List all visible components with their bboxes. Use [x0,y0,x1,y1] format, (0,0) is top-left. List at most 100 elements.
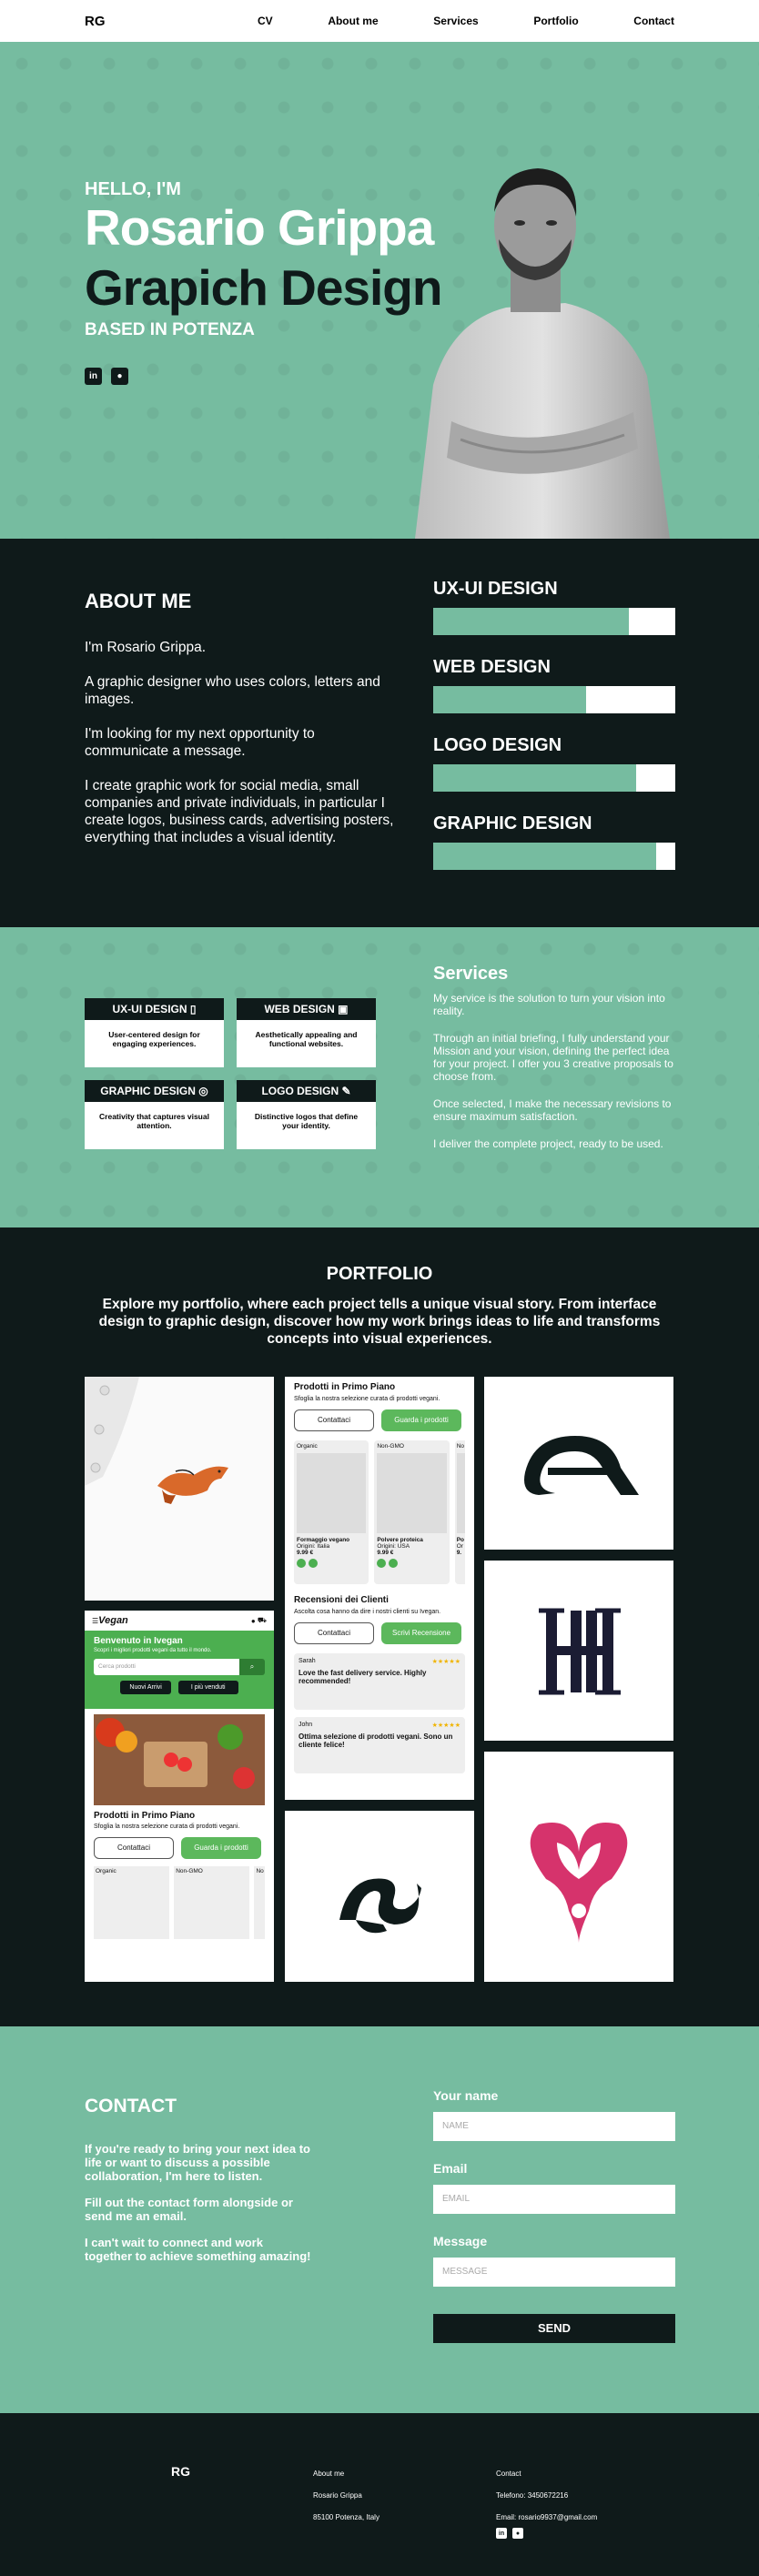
footer-about-column: About me Rosario Grippa 85100 Potenza, I… [313,2463,380,2529]
product-tag: No [256,1868,264,1874]
app-search-input[interactable]: Cerca prodotti [94,1659,239,1675]
nav-item-services[interactable]: Services [433,15,478,27]
contact-button[interactable]: Contattaci [294,1409,374,1431]
about-section: ABOUT ME I'm Rosario Grippa. A graphic d… [0,539,759,927]
skill-label: GRAPHIC DESIGN [433,813,592,833]
contact-button[interactable]: Contattaci [294,1622,374,1644]
skill-bar [433,608,675,635]
product-card[interactable]: Non-GMO [174,1866,250,1939]
about-title: ABOUT ME [85,590,192,612]
portfolio-title: PORTFOLIO [326,1264,433,1284]
hamburger-menu-icon[interactable]: ☰ [92,1617,98,1625]
service-card: LOGO DESIGN ✎ Distinctive logos that def… [237,1080,376,1149]
fox-logo-shirt-image [85,1377,228,1504]
product-card-partial[interactable]: No Po Or 9. [454,1440,465,1584]
new-arrivals-button[interactable]: Nuovi Arrivi [120,1681,171,1694]
portfolio-item-app-home[interactable]: ☰ Vegan ● ⛟ Benvenuto in Ivegan Scopri i… [85,1611,274,1982]
behance-icon[interactable]: ● [111,368,128,385]
star-rating: ★★★★★ [431,1722,460,1729]
nav-logo[interactable]: RG [85,14,212,29]
hh-monogram-logo-image [539,1608,621,1695]
bio-paragraph: I'm looking for my next opportunity to c… [85,726,315,759]
contact-button[interactable]: Contattaci [94,1837,174,1859]
user-icon[interactable]: ● [251,1617,256,1625]
cart-icon[interactable] [377,1559,387,1568]
portfolio-item-logo-s[interactable] [285,1811,474,1982]
cart-icon[interactable]: ⛟ [258,1616,267,1625]
footer-about-city: 85100 Potenza, Italy [313,2513,380,2521]
nav-item-about[interactable]: About me [328,15,378,27]
product-name: Po [456,1537,464,1543]
services-paragraph: My service is the solution to turn your … [433,992,665,1017]
about-bio: I'm Rosario Grippa. A graphic designer w… [85,639,394,864]
skill-bar [433,764,675,792]
send-button[interactable]: SEND [433,2314,675,2343]
skill-bar-fill [433,764,637,792]
see-products-button[interactable]: Guarda i prodotti [381,1409,461,1431]
write-review-button[interactable]: Scrivi Recensione [381,1622,461,1644]
skills-list: UX-UI DESIGN WEB DESIGN LOGO DESIGN GRAP… [433,579,675,892]
footer-phone[interactable]: Telefono: 3450672216 [496,2485,597,2507]
cart-icon[interactable] [297,1559,306,1568]
s-wave-logo-image [339,1878,421,1934]
footer-about-title: About me [313,2470,345,2478]
portfolio-intro: Explore my portfolio, where each project… [98,1297,661,1347]
footer-email[interactable]: Email: rosario9937@gmail.com [496,2507,597,2529]
skill-label: LOGO DESIGN [433,735,562,755]
nav-item-cv[interactable]: CV [258,15,273,27]
pen-icon: ✎ [341,1085,351,1097]
footer-contact-column: Contact Telefono: 3450672216 Email: rosa… [496,2463,597,2529]
nav-item-portfolio[interactable]: Portfolio [533,15,578,27]
app-welcome-title: Benvenuto in Ivegan [94,1636,183,1646]
reviewer-name: John [299,1722,313,1728]
contact-paragraph: Fill out the contact form alongside or s… [85,2196,293,2223]
services-section: UX-UI DESIGN ▯ User-centered design for … [0,927,759,1227]
skill-bar-fill [433,843,656,870]
product-card[interactable]: Organic Formaggio vegano Origini: Italia… [294,1440,369,1584]
vegetables-photo [94,1714,265,1805]
email-field[interactable]: EMAIL [433,2185,675,2214]
portfolio-item-shirt[interactable] [85,1377,274,1601]
footer: RG About me Rosario Grippa 85100 Potenza… [0,2413,759,2576]
nav-item-contact[interactable]: Contact [633,15,674,27]
service-card-header: LOGO DESIGN ✎ [237,1080,376,1102]
nav-menu: CV About me Services Portfolio Contact [212,15,674,27]
portfolio-item-logo-a[interactable] [484,1377,673,1550]
behance-icon[interactable]: ● [512,2528,523,2539]
portrait-photo [415,168,670,539]
portfolio-item-logo-hh[interactable] [484,1561,673,1741]
heart-icon[interactable] [309,1559,318,1568]
heart-icon[interactable] [389,1559,399,1568]
contact-form: Your name NAME Email EMAIL Message MESSA… [433,2088,675,2343]
product-tag: Organic [96,1868,116,1874]
service-card-header: GRAPHIC DESIGN ◎ [85,1080,224,1102]
skill-label: WEB DESIGN [433,657,551,677]
footer-social-links: in ● [496,2528,523,2539]
services-paragraph: Once selected, I make the necessary revi… [433,1097,672,1123]
linkedin-icon[interactable]: in [85,368,102,385]
message-field[interactable]: MESSAGE [433,2258,675,2287]
search-icon[interactable]: ⌕ [239,1659,265,1675]
app-welcome-subtitle: Scopri i migliori prodotti vegani da tut… [94,1648,212,1653]
name-field[interactable]: NAME [433,2112,675,2141]
product-card[interactable]: Non-GMO Polvere proteica Origini: USA 9.… [374,1440,450,1584]
product-origin: Origini: USA [377,1543,410,1550]
message-label: Message [433,2234,488,2248]
hero-location: BASED IN POTENZA [85,320,255,339]
contact-text: If you're ready to bring your next idea … [85,2142,312,2276]
services-paragraph: Through an initial briefing, I fully und… [433,1032,673,1083]
portfolio-item-logo-pink[interactable] [484,1752,673,1982]
linkedin-icon[interactable]: in [496,2528,507,2539]
product-tag: No [456,1443,464,1450]
see-products-button[interactable]: Guarda i prodotti [181,1837,261,1859]
product-card[interactable]: Organic [94,1866,170,1939]
portfolio-item-app-products[interactable]: Prodotti in Primo Piano Sfoglia la nostr… [285,1377,474,1800]
service-card-desc: User-centered design for engaging experi… [108,1030,200,1048]
contact-paragraph: If you're ready to bring your next idea … [85,2142,310,2183]
pink-emblem-logo-image [530,1823,628,1943]
footer-logo[interactable]: RG [171,2464,190,2479]
services-text: Services My service is the solution to t… [433,964,675,1165]
best-sellers-button[interactable]: I più venduti [177,1681,238,1694]
product-card-partial[interactable]: No [254,1866,266,1939]
skill-item: GRAPHIC DESIGN [433,813,675,870]
